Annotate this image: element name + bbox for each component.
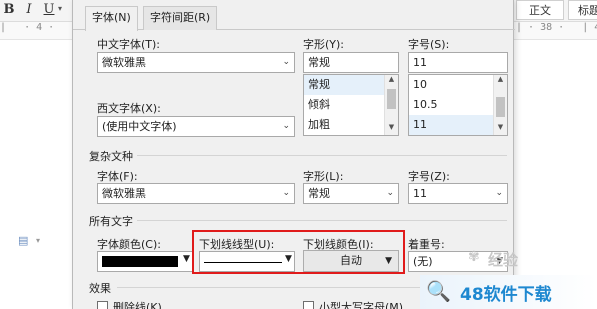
underline-dropdown-icon[interactable]: ▾ (58, 4, 62, 13)
tab-char-spacing[interactable]: 字符间距(R) (143, 6, 218, 30)
italic-button[interactable]: I (22, 2, 36, 18)
list-item[interactable]: 常规 (304, 75, 386, 95)
small-caps-label: 小型大写字母(M) (319, 301, 404, 309)
chevron-down-icon: ⌄ (282, 188, 290, 198)
chevron-down-icon: ⌄ (282, 57, 290, 67)
font-color-label: 字体颜色(C): (97, 238, 161, 251)
font-style-list[interactable]: 常规 倾斜 加粗 ▲ ▼ (303, 74, 399, 136)
font-color-swatch (102, 256, 178, 267)
complex-size-value: 11 (413, 187, 427, 200)
list-item[interactable]: 倾斜 (304, 95, 386, 115)
complex-style-label: 字形(L): (303, 170, 344, 183)
list-item[interactable]: 11 (409, 115, 495, 135)
scroll-thumb[interactable] (496, 97, 505, 117)
font-style-input[interactable]: 常规 (303, 52, 399, 73)
underline-button[interactable]: U (42, 2, 56, 18)
chinese-font-select[interactable]: 微软雅黑 ⌄ (97, 52, 295, 73)
strikethrough-checkbox[interactable] (97, 301, 108, 309)
font-size-label: 字号(S): (408, 38, 450, 51)
watermark-brand: 经验 (488, 251, 519, 269)
scroll-thumb[interactable] (387, 89, 396, 109)
style-body-button[interactable]: 正文 (516, 0, 564, 20)
chevron-down-icon[interactable]: ▾ (36, 236, 40, 245)
paragraph-icon[interactable]: ▤ (18, 234, 30, 247)
list-item[interactable]: 10 (409, 75, 495, 95)
complex-size-select[interactable]: 11 ⌄ (408, 183, 508, 204)
western-font-value: (使用中文字体) (102, 120, 177, 133)
chevron-down-icon[interactable]: ▼ (183, 254, 190, 264)
paw-icon: ✾ (468, 249, 480, 265)
complex-font-select[interactable]: 微软雅黑 ⌄ (97, 183, 295, 204)
font-color-picker[interactable] (97, 251, 193, 272)
chevron-down-icon: ⌄ (495, 188, 503, 198)
western-font-select[interactable]: (使用中文字体) ⌄ (97, 116, 295, 137)
divider (137, 155, 507, 156)
scroll-up-icon[interactable]: ▲ (385, 75, 398, 87)
chinese-font-value: 微软雅黑 (102, 56, 146, 69)
scroll-up-icon[interactable]: ▲ (494, 75, 507, 87)
search-icon: 🔍 (426, 279, 451, 303)
complex-size-label: 字号(Z): (408, 170, 450, 183)
complex-style-select[interactable]: 常规 ⌄ (303, 183, 399, 204)
dialog-tabs: 字体(N) 字符间距(R) (73, 0, 515, 31)
ruler-right-marks: | · 38 · | 40 (516, 22, 597, 33)
complex-style-value: 常规 (308, 187, 330, 200)
scrollbar[interactable]: ▲ ▼ (493, 75, 507, 135)
western-font-label: 西文字体(X): (97, 102, 161, 115)
emphasis-value: (无) (413, 255, 433, 268)
list-item[interactable]: 10.5 (409, 95, 495, 115)
font-style-label: 字形(Y): (303, 38, 345, 51)
scrollbar[interactable]: ▲ ▼ (384, 75, 398, 135)
bold-button[interactable]: B (2, 2, 16, 18)
small-caps-checkbox[interactable] (303, 301, 314, 309)
chevron-down-icon: ⌄ (386, 188, 394, 198)
strikethrough-label: 删除线(K) (113, 301, 162, 309)
font-size-input[interactable]: 11 (408, 52, 508, 73)
emphasis-label: 着重号: (408, 238, 445, 251)
list-item[interactable]: 加粗 (304, 115, 386, 135)
scroll-down-icon[interactable]: ▼ (385, 123, 398, 135)
chevron-down-icon: ⌄ (282, 121, 290, 131)
divider (137, 220, 507, 221)
complex-script-heading: 复杂文种 (89, 150, 133, 163)
complex-font-value: 微软雅黑 (102, 187, 146, 200)
font-size-list[interactable]: 10 10.5 11 ▲ ▼ (408, 74, 508, 136)
watermark-site: 48软件下载 (460, 285, 552, 305)
chinese-font-label: 中文字体(T): (97, 38, 161, 51)
scroll-down-icon[interactable]: ▼ (494, 123, 507, 135)
all-text-heading: 所有文字 (89, 215, 133, 228)
effects-heading: 效果 (89, 282, 111, 295)
style-heading-button[interactable]: 标题 (568, 0, 597, 20)
highlight-frame (192, 230, 405, 274)
watermark: 🔍 48软件下载 (420, 275, 597, 309)
complex-font-label: 字体(F): (97, 170, 138, 183)
tab-font[interactable]: 字体(N) (85, 6, 138, 31)
